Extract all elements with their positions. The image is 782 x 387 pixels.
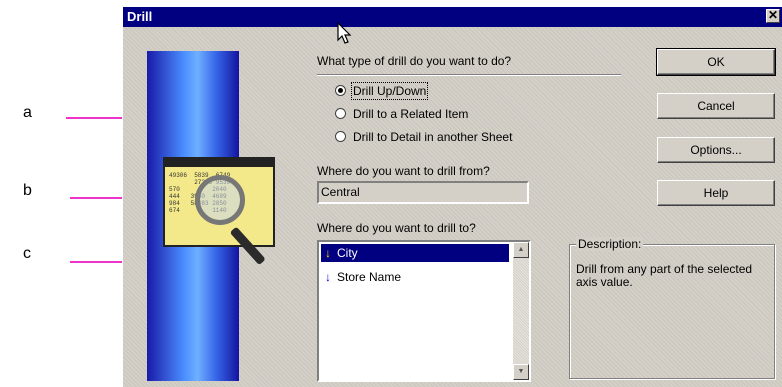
radio-drill-detail-sheet[interactable]: Drill to Detail in another Sheet (335, 129, 512, 145)
list-item-label: Store Name (337, 270, 402, 284)
description-groupbox: Description: Drill from any part of the … (569, 237, 775, 379)
scroll-down-icon[interactable]: ▼ (513, 364, 529, 380)
cancel-button[interactable]: Cancel (657, 93, 775, 119)
description-title: Description: (576, 237, 644, 251)
radio-label-drill-related-item: Drill to a Related Item (353, 106, 469, 121)
radio-button-checked[interactable] (335, 85, 346, 97)
drill-dialog: Drill ✕ 49306 5839 6749 27283 95394 570 … (122, 6, 782, 387)
divider (317, 74, 621, 76)
radio-button[interactable] (335, 108, 346, 120)
dialog-titlebar[interactable]: Drill ✕ (123, 7, 782, 27)
magnifier-icon (195, 175, 245, 225)
close-icon[interactable]: ✕ (766, 9, 780, 23)
arrow-down-icon: ↓ (325, 246, 331, 260)
drill-from-label: Where do you want to drill from? (317, 164, 490, 178)
list-item-city[interactable]: ↓ City (321, 244, 509, 262)
callout-label-c: c (23, 245, 31, 262)
options-button[interactable]: Options... (657, 137, 775, 163)
drill-from-field: Central (317, 181, 529, 204)
drill-to-listbox[interactable]: ↓ City ↓ Store Name ▲ ▼ (317, 240, 531, 382)
description-text: Drill from any part of the selected axis… (576, 262, 753, 289)
radio-label-drill-detail-sheet: Drill to Detail in another Sheet (353, 129, 513, 144)
scroll-up-icon[interactable]: ▲ (513, 242, 529, 258)
radio-button[interactable] (335, 131, 346, 143)
ok-button[interactable]: OK (656, 48, 776, 76)
radio-drill-up-down[interactable]: Drill Up/Down (335, 81, 429, 100)
mouse-cursor-icon (337, 22, 352, 44)
callout-label-a: a (23, 104, 32, 121)
help-button[interactable]: Help (657, 180, 775, 206)
spreadsheet-header-bar (165, 159, 273, 167)
drill-type-question: What type of drill do you want to do? (317, 54, 512, 68)
radio-label-drill-up-down: Drill Up/Down (350, 81, 429, 100)
dialog-title: Drill (127, 9, 153, 24)
list-item-label: City (337, 246, 358, 260)
radio-drill-related-item[interactable]: Drill to a Related Item (335, 106, 468, 122)
arrow-down-icon: ↓ (325, 270, 331, 284)
list-item-store-name[interactable]: ↓ Store Name (321, 268, 509, 286)
listbox-scrollbar[interactable]: ▲ ▼ (513, 242, 529, 380)
drill-to-label: Where do you want to drill to? (317, 221, 476, 235)
callout-label-b: b (23, 182, 32, 199)
